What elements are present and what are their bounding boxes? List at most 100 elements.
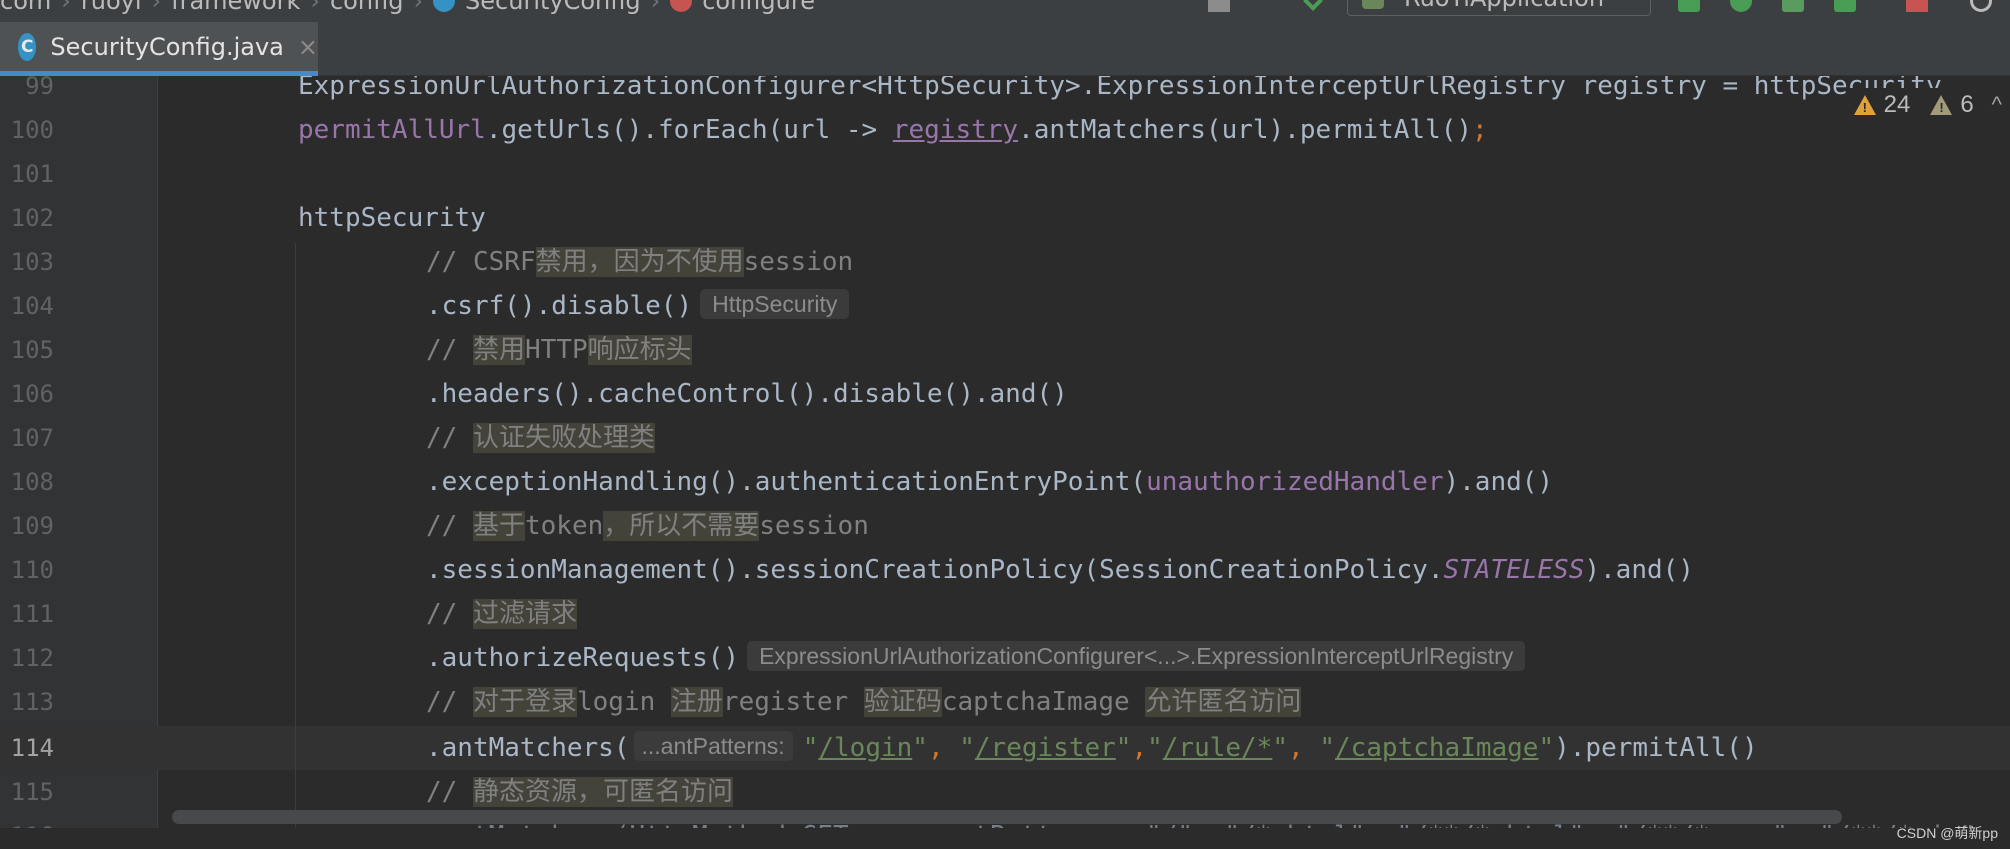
horizontal-scrollbar[interactable]: [172, 810, 1842, 824]
breadcrumb-item[interactable]: ruoyi: [81, 0, 142, 15]
breadcrumb-item[interactable]: config: [330, 0, 403, 15]
breadcrumb-item[interactable]: framework: [171, 0, 300, 15]
code-line-107: // 认证失败处理类: [426, 416, 655, 460]
warning-count: 24: [1883, 91, 1911, 118]
code-line-114: .antMatchers(...antPatterns: "/login", "/…: [426, 726, 1758, 770]
code-line-108: .exceptionHandling().authenticationEntry…: [426, 460, 1553, 504]
line-number: 104: [10, 292, 54, 320]
code-line-112: .authorizeRequests() ExpressionUrlAuthori…: [426, 636, 1526, 680]
breadcrumb: com › ruoyi › framework › config › Secur…: [0, 0, 815, 16]
line-number-current: 114: [10, 734, 54, 762]
editor-tab-bar: C SecurityConfig.java ×: [0, 22, 2010, 76]
ide-window: com › ruoyi › framework › config › Secur…: [0, 0, 2010, 849]
line-number: 106: [10, 380, 54, 408]
string-quote: ": [1538, 733, 1555, 763]
line-number: 113: [10, 688, 54, 716]
string-quote: ": [802, 733, 819, 763]
breadcrumb-item[interactable]: SecurityConfig: [465, 0, 641, 15]
line-number: 115: [10, 778, 54, 806]
code-line-113: // 对于登录login 注册register 验证码captchaImage …: [426, 680, 1302, 724]
line-number: 105: [10, 336, 54, 364]
navigation-bar: com › ruoyi › framework › config › Secur…: [0, 0, 2010, 22]
line-number: 109: [10, 512, 54, 540]
line-number: 101: [10, 160, 54, 188]
indent-guide: [295, 243, 296, 849]
comment-highlight: 验证码: [863, 687, 942, 717]
inspection-widget[interactable]: ! 24 ! 6 ^: [1847, 88, 2010, 122]
comment: //: [426, 687, 473, 717]
tab-security-config[interactable]: C SecurityConfig.java ×: [0, 22, 318, 76]
comment: //: [426, 777, 473, 807]
comment: token: [524, 511, 604, 541]
code-text: .csrf().disable(): [426, 291, 693, 321]
code-line-105: // 禁用HTTP响应标头: [426, 328, 692, 372]
constant-reference: STATELESS: [1443, 555, 1585, 585]
comment-highlight: 认证失败处理类: [472, 423, 655, 453]
line-number: 102: [10, 204, 54, 232]
code-line-100: permitAllUrl.getUrls().forEach(url -> re…: [298, 108, 1488, 152]
run-icon[interactable]: [1678, 0, 1700, 12]
comment: session: [743, 247, 854, 277]
stop-icon[interactable]: [1906, 0, 1928, 12]
type-hint: HttpSecurity: [700, 289, 850, 319]
string-quote: ": [1272, 733, 1288, 763]
comment-highlight: 过滤请求: [472, 599, 577, 629]
line-number: 99: [25, 76, 54, 100]
comment: //: [426, 599, 473, 629]
string-literal: /register: [974, 733, 1116, 763]
line-number: 107: [10, 424, 54, 452]
profile-icon[interactable]: [1834, 0, 1856, 12]
user-icon[interactable]: [1208, 0, 1230, 12]
warning-icon: !: [1853, 95, 1876, 115]
line-number: 112: [10, 644, 54, 672]
run-configuration-selector[interactable]: RuoYiApplication: [1347, 0, 1651, 16]
code-line-99: ExpressionUrlAuthorizationConfigurer<Htt…: [298, 76, 1957, 108]
code-line-102: httpSecurity: [298, 196, 486, 240]
variable-reference: registry: [892, 115, 1019, 145]
code-text: .antMatchers(url).permitAll(): [1018, 115, 1473, 145]
breadcrumb-item[interactable]: configure: [702, 0, 815, 15]
class-icon: [433, 0, 456, 12]
comment-highlight: 静态资源，可匿名访问: [472, 777, 733, 807]
code-line-103: // CSRF禁用，因为不使用session: [426, 240, 853, 284]
code-text: .sessionManagement().sessionCreationPoli…: [426, 555, 1444, 585]
parameter-hint: ...antPatterns:: [633, 731, 793, 761]
comment-highlight: 响应标头: [587, 335, 692, 365]
line-number: 103: [10, 248, 54, 276]
line-number: 108: [10, 468, 54, 496]
string-quote: ": [1319, 733, 1335, 763]
breadcrumb-item[interactable]: com: [0, 0, 51, 15]
field-reference: unauthorizedHandler: [1146, 467, 1444, 497]
chevron-up-icon[interactable]: ^: [1992, 92, 2002, 118]
code-text: ExpressionUrlAuthorizationConfigurer<Htt…: [298, 76, 1958, 101]
comment: login: [576, 687, 671, 717]
coverage-icon[interactable]: [1782, 0, 1804, 12]
search-icon[interactable]: [1970, 0, 1992, 12]
string-quote: ": [959, 733, 975, 763]
breadcrumb-separator: ›: [61, 0, 71, 15]
code-text: .authorizeRequests(): [426, 643, 740, 673]
comment: session: [759, 511, 869, 541]
string-quote: ": [1147, 733, 1163, 763]
breadcrumb-separator: ›: [650, 0, 661, 15]
comment-highlight: 允许匿名访问: [1145, 687, 1302, 717]
comment-highlight: 注册: [670, 687, 723, 717]
line-number: 110: [10, 556, 54, 584]
comment-highlight: ，所以不需要: [603, 511, 760, 541]
string-quote: ": [912, 733, 928, 763]
code-editor[interactable]: 99 100 101 102 103 104 105 106 107 108 1…: [0, 76, 2010, 849]
comment: register: [722, 687, 864, 717]
close-icon[interactable]: ×: [298, 33, 318, 61]
watermark: CSDN @萌新pp: [1896, 825, 1998, 841]
code-line-104: .csrf().disable() HttpSecurity: [426, 284, 850, 328]
build-hammer-icon[interactable]: [1303, 0, 1323, 11]
debug-icon[interactable]: [1730, 0, 1752, 12]
line-number: 100: [10, 116, 54, 144]
weak-warning-icon: !: [1930, 95, 1953, 115]
code-text: .headers().cacheControl().disable().and(…: [426, 379, 1068, 409]
comment: HTTP: [524, 335, 588, 365]
breadcrumb-separator: ›: [151, 0, 162, 15]
comma: ,: [1288, 733, 1320, 763]
comment: //: [426, 335, 473, 365]
code-text: ).permitAll(): [1554, 733, 1758, 763]
